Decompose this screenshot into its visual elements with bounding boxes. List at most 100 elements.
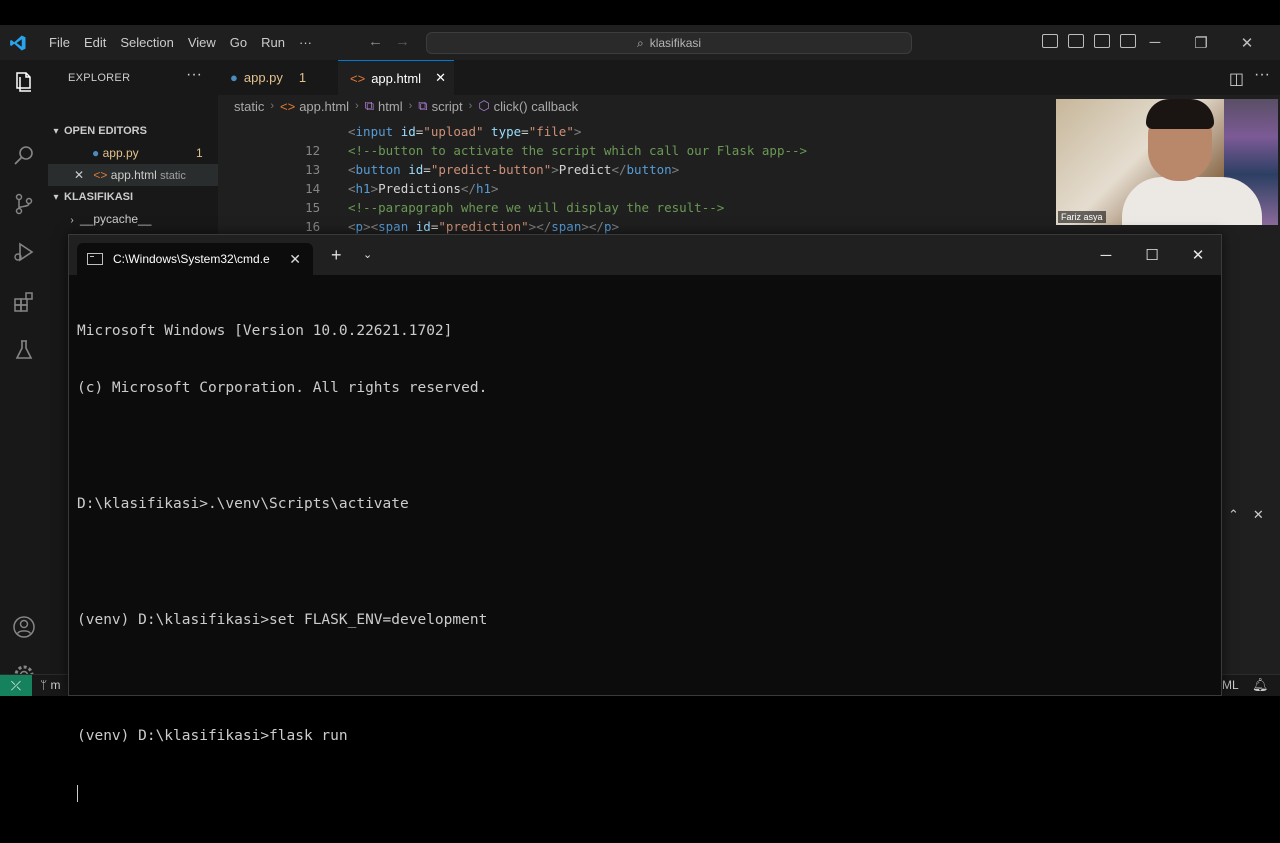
more-actions-icon[interactable]: ··· [1254,66,1270,84]
chevron-right-icon: › [355,100,359,112]
maximize-icon[interactable]: ☐ [1129,246,1175,264]
forward-arrow-icon[interactable]: → [395,33,410,50]
open-editor-app-html[interactable]: ✕ <> app.html static [48,164,218,186]
function-icon: ⬡ [478,98,490,113]
problem-count-badge: 1 [196,146,203,160]
open-editors-title: OPEN EDITORS [64,125,147,137]
breadcrumb-item[interactable]: html [378,99,403,114]
run-debug-icon[interactable] [12,240,36,264]
search-sidebar-icon[interactable] [12,144,36,168]
webcam-name-label: Fariz asya [1058,211,1106,223]
html-file-icon: <> [350,70,366,86]
minimize-icon[interactable]: ─ [1132,34,1178,51]
open-editor-app-py[interactable]: ● app.py 1 [48,142,218,164]
layout-controls [1042,34,1136,48]
close-editor-icon[interactable]: ✕ [74,168,84,182]
tab-app-html[interactable]: <> app.html ✕ [338,60,454,95]
menu-bar: File Edit Selection View Go Run ··· [42,25,319,60]
chevron-right-icon: › [408,100,413,112]
search-icon: ⌕ [636,35,644,50]
explorer-icon[interactable] [12,70,36,94]
terminal-window-controls: ─ ☐ ✕ [1083,235,1221,275]
tree-item-label: __pycache__ [80,212,152,226]
menu-go[interactable]: Go [223,35,254,50]
code-line: 14 <button id="predict-button">Predict</… [218,160,679,196]
person-shirt [1122,177,1262,225]
back-arrow-icon[interactable]: ← [368,33,383,50]
restore-icon[interactable]: ❐ [1178,34,1224,52]
bell-icon[interactable]: 🔔︎ [1252,677,1269,693]
chevron-down-icon: ▾ [53,192,59,203]
new-tab-plus-icon[interactable]: + [331,245,342,266]
text-cursor [77,785,78,803]
webcam-overlay: Fariz asya [1056,99,1278,225]
menu-file[interactable]: File [42,35,77,50]
breadcrumb-item[interactable]: script [432,99,463,114]
python-file-icon: ● [230,70,238,85]
code-line: 13 <!--button to activate the script whi… [218,141,807,177]
tree-folder-pycache[interactable]: › __pycache__ [48,208,218,230]
tab-badge: 1 [298,70,307,85]
cmd-icon [87,253,103,265]
menu-more[interactable]: ··· [292,35,319,50]
split-editor-icon[interactable]: ◫ [1229,69,1244,89]
testing-icon[interactable] [12,338,36,362]
chevron-down-icon[interactable]: ⌄ [363,248,372,261]
remote-indicator-icon[interactable]: ⤫ [0,675,32,696]
editor-tabs: ● app.py 1 <> app.html ✕ ◫ ··· [218,60,1280,95]
menu-run[interactable]: Run [254,35,292,50]
close-icon[interactable]: ✕ [1224,34,1270,52]
command-center-search[interactable]: ⌕ klasifikasi [426,32,912,54]
toggle-panel-icon[interactable] [1068,34,1084,48]
code-line: 15 <h1>Predictions</h1> [218,179,498,215]
html-file-icon: <> [93,168,108,182]
terminal-tab[interactable]: C:\Windows\System32\cmd.e ✕ [77,243,313,275]
minimize-icon[interactable]: ─ [1083,247,1129,264]
code-text: <input id="upload" type="file"> [348,124,582,139]
code-text: <!--parapgraph where we will display the… [348,200,725,215]
branch-icon[interactable]: ᛘ m [40,678,61,692]
close-tab-icon[interactable]: ✕ [289,251,301,268]
terminal-line: D:\klasifikasi>.\venv\Scripts\activate [77,496,409,513]
code-text: <h1>Predictions</h1> [348,181,499,196]
toggle-secondary-sidebar-icon[interactable] [1094,34,1110,48]
open-editor-folder: static [160,170,186,182]
activity-bar [0,60,48,685]
close-tab-icon[interactable]: ✕ [435,70,446,86]
toggle-sidebar-icon[interactable] [1042,34,1058,48]
code-line: 16 <!--parapgraph where we will display … [218,198,724,234]
breadcrumb: static › <> app.html › ⧉ html › ⧉ script… [218,95,578,117]
extensions-icon[interactable] [12,290,36,314]
open-editor-name: app.html [110,168,157,182]
explorer-more-icon[interactable]: ··· [186,66,202,84]
breadcrumb-item[interactable]: click() callback [494,99,579,114]
close-panel-icon[interactable]: ✕ [1253,507,1264,527]
tab-label: app.py [243,70,283,85]
project-section[interactable]: ▾ KLASIFIKASI [48,186,218,208]
chevron-right-icon: › [468,100,473,112]
breadcrumb-item[interactable]: static [234,99,264,114]
menu-view[interactable]: View [181,35,223,50]
accounts-icon[interactable] [12,615,36,639]
source-control-icon[interactable] [12,192,36,216]
close-icon[interactable]: ✕ [1175,246,1221,264]
chevron-right-icon: › [70,215,74,226]
chevron-up-icon[interactable]: ⌃ [1228,507,1239,527]
screen: File Edit Selection View Go Run ··· ← → … [0,0,1280,803]
vscode-window-controls: ─ ❐ ✕ [1132,25,1270,60]
html-file-icon: <> [280,98,296,114]
vscode-titlebar: File Edit Selection View Go Run ··· ← → … [0,25,1280,60]
menu-selection[interactable]: Selection [113,35,180,50]
tab-label: app.html [371,70,422,86]
code-text: <!--button to activate the script which … [348,143,808,158]
open-editors-section[interactable]: ▾ OPEN EDITORS [48,120,218,142]
python-file-icon: ● [92,146,100,160]
breadcrumb-item[interactable]: app.html [299,99,349,114]
terminal-output[interactable]: Microsoft Windows [Version 10.0.22621.17… [77,283,487,843]
tab-app-py[interactable]: ● app.py 1 [218,60,336,95]
language-mode[interactable]: ML [1222,678,1239,692]
menu-edit[interactable]: Edit [77,35,113,50]
